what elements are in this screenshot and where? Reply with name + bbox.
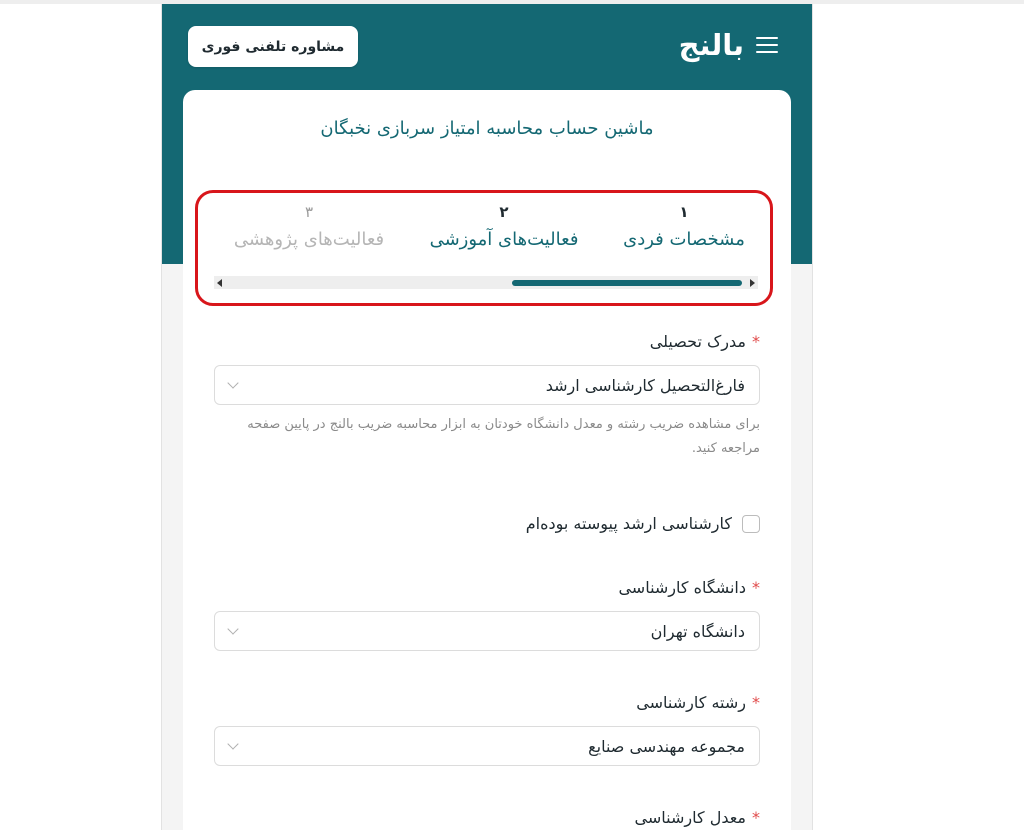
steps-viewport: ۱ مشخصات فردی ۲ فعالیت‌های آموزشی ۳ فعال… xyxy=(214,193,754,277)
chevron-down-icon xyxy=(227,738,239,750)
continuous-masters-label[interactable]: کارشناسی ارشد پیوسته بوده‌ام xyxy=(526,514,732,533)
bachelor-major-select[interactable]: مجموعه مهندسی صنایع xyxy=(214,726,760,766)
bachelor-university-field: *دانشگاه کارشناسی دانشگاه تهران xyxy=(214,578,760,651)
step-label: فعالیت‌های آموزشی xyxy=(429,229,579,250)
bachelor-gpa-field: *معدل کارشناسی xyxy=(214,808,760,827)
degree-hint: برای مشاهده ضریب رشته و معدل دانشگاه خود… xyxy=(247,417,760,456)
continuous-masters-checkbox[interactable] xyxy=(742,514,760,533)
card-title: ماشین حساب محاسبه امتیاز سربازی نخبگان xyxy=(320,118,654,139)
step-educational-activities[interactable]: ۲ فعالیت‌های آموزشی xyxy=(419,203,589,250)
steps-tabs: ۱ مشخصات فردی ۲ فعالیت‌های آموزشی ۳ فعال… xyxy=(195,190,773,306)
bachelor-university-value: دانشگاه تهران xyxy=(650,621,745,641)
step-research-activities[interactable]: ۳ فعالیت‌های پژوهشی xyxy=(224,203,394,250)
hamburger-icon[interactable] xyxy=(756,37,778,53)
required-asterisk: * xyxy=(752,808,760,827)
required-asterisk: * xyxy=(752,332,760,351)
step-label: فعالیت‌های پژوهشی xyxy=(233,229,385,250)
phone-consult-button[interactable]: مشاوره تلفنی فوری xyxy=(188,26,358,67)
app-frame: بالنج مشاوره تلفنی فوری ماشین حساب محاسب… xyxy=(161,4,813,830)
step-label: مشخصات فردی xyxy=(623,229,745,250)
bachelor-gpa-label: *معدل کارشناسی xyxy=(634,808,760,827)
bachelor-university-select[interactable]: دانشگاه تهران xyxy=(214,611,760,651)
bachelor-major-value: مجموعه مهندسی صنایع xyxy=(588,736,745,756)
step-number: ۱ xyxy=(679,203,689,221)
bachelor-major-label: *رشته کارشناسی xyxy=(636,693,760,712)
required-asterisk: * xyxy=(752,578,760,597)
bachelor-major-field: *رشته کارشناسی مجموعه مهندسی صنایع xyxy=(214,693,760,766)
scroll-thumb[interactable] xyxy=(512,280,742,286)
calculator-card: ماشین حساب محاسبه امتیاز سربازی نخبگان ۱… xyxy=(183,90,791,830)
continuous-masters-row[interactable]: کارشناسی ارشد پیوسته بوده‌ام xyxy=(214,514,760,533)
degree-field: *مدرک تحصیلی فارغ‌التحصیل کارشناسی ارشد … xyxy=(214,332,760,461)
required-asterisk: * xyxy=(752,693,760,712)
scroll-right-arrow-icon[interactable] xyxy=(750,279,755,287)
chevron-down-icon xyxy=(227,623,239,635)
steps-scrollbar[interactable] xyxy=(214,276,758,289)
brand: بالنج xyxy=(679,28,778,62)
bachelor-university-label: *دانشگاه کارشناسی xyxy=(618,578,760,597)
scroll-left-arrow-icon[interactable] xyxy=(217,279,222,287)
step-personal-info[interactable]: ۱ مشخصات فردی xyxy=(614,203,754,250)
chevron-down-icon xyxy=(227,377,239,389)
step-number: ۳ xyxy=(304,203,314,221)
brand-logo-text[interactable]: بالنج xyxy=(679,28,744,62)
step-number: ۲ xyxy=(499,203,509,221)
degree-label: *مدرک تحصیلی xyxy=(649,332,760,351)
degree-select[interactable]: فارغ‌التحصیل کارشناسی ارشد xyxy=(214,365,760,405)
degree-value: فارغ‌التحصیل کارشناسی ارشد xyxy=(545,375,745,395)
